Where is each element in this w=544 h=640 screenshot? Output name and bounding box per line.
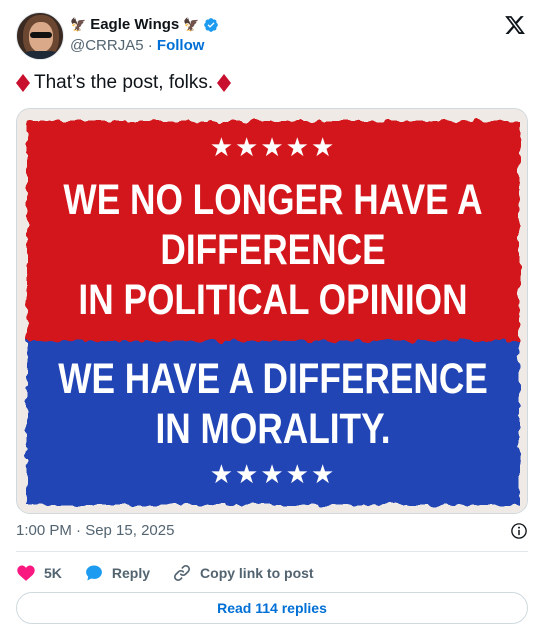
diamond-icon: [217, 74, 232, 92]
author-block: 🦅 Eagle Wings 🦅 @CRRJA5 · Follow: [70, 15, 219, 56]
heart-icon: [17, 565, 35, 581]
poster-line-2: DIFFERENCE: [160, 226, 385, 274]
timestamp[interactable]: 1:00 PM · Sep 15, 2025: [16, 522, 174, 539]
read-replies-button[interactable]: Read 114 replies: [16, 592, 528, 624]
reply-button[interactable]: Reply: [84, 563, 150, 583]
avatar[interactable]: [16, 12, 64, 60]
divider: [16, 551, 528, 552]
poster-line-3: IN POLITICAL OPINION: [78, 276, 467, 324]
x-logo-icon[interactable]: [504, 14, 526, 36]
stars-top: ★★★★★: [210, 133, 337, 163]
post-text-row: That’s the post, folks.: [16, 70, 232, 96]
poster-line-1: WE NO LONGER HAVE A: [63, 176, 482, 224]
post-text: That’s the post, folks.: [34, 72, 214, 93]
display-name[interactable]: Eagle Wings: [90, 15, 179, 35]
reply-bubble-icon: [85, 565, 102, 581]
diamond-icon: [16, 74, 30, 92]
post-image[interactable]: ★★★★★ WE NO LONGER HAVE A DIFFERENCE IN …: [16, 108, 528, 514]
stars-bottom: ★★★★★: [210, 460, 337, 490]
handle[interactable]: @CRRJA5: [70, 37, 144, 54]
verified-badge-icon: [204, 18, 219, 32]
tweet-header: 🦅 Eagle Wings 🦅 @CRRJA5 · Follow: [16, 12, 528, 60]
reply-label: Reply: [111, 565, 151, 581]
separator: ·: [147, 37, 153, 54]
eagle-emoji: 🦅: [183, 17, 200, 32]
poster-graphic: ★★★★★ WE NO LONGER HAVE A DIFFERENCE IN …: [17, 109, 527, 513]
follow-button[interactable]: Follow: [157, 37, 205, 54]
poster-line-5: IN MORALITY.: [155, 405, 390, 453]
action-bar: 5K Reply Copy link to post: [16, 561, 336, 585]
like-count: 5K: [44, 565, 62, 581]
copy-link-label: Copy link to post: [200, 565, 314, 581]
eagle-emoji: 🦅: [70, 17, 87, 32]
copy-link-button[interactable]: Copy link to post: [172, 563, 314, 583]
like-button[interactable]: 5K: [16, 563, 62, 583]
info-icon[interactable]: [510, 522, 528, 540]
poster-line-4: WE HAVE A DIFFERENCE: [58, 355, 488, 403]
timestamp-row: 1:00 PM · Sep 15, 2025: [16, 521, 528, 541]
link-icon: [174, 564, 191, 582]
